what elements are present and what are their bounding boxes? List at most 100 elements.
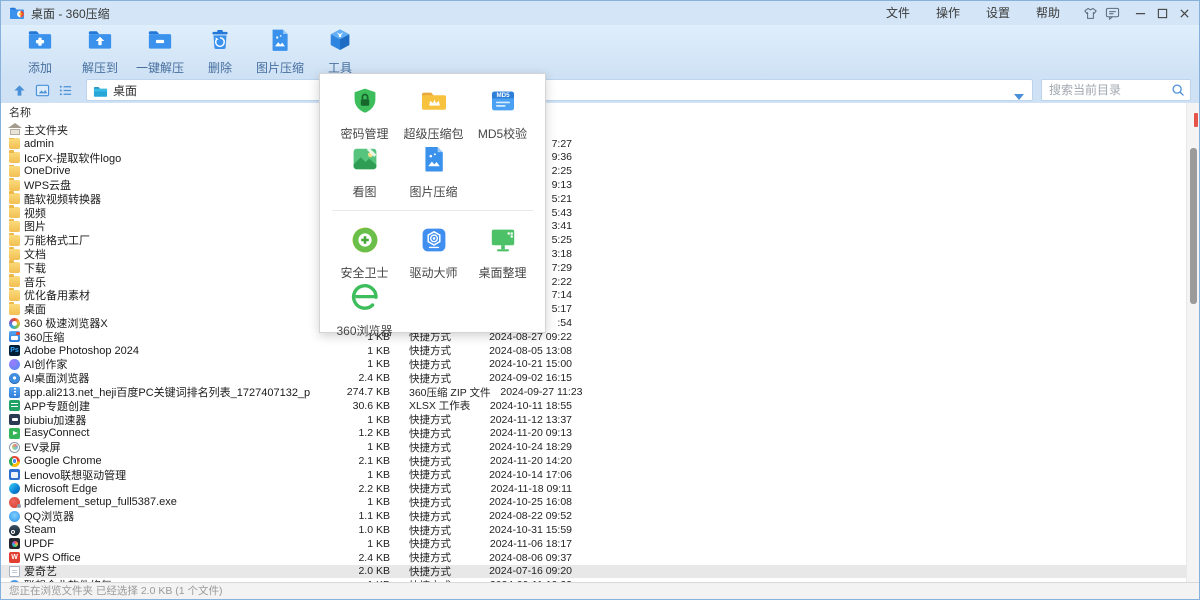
- file-size: 1 KB: [323, 538, 390, 550]
- toolbar-tools-button[interactable]: 工具: [313, 27, 367, 71]
- search-input[interactable]: [1047, 82, 1171, 98]
- tools-item-label: 桌面整理: [478, 264, 526, 281]
- skin-icon[interactable]: [1079, 3, 1101, 23]
- address-path-text: 桌面: [113, 82, 1014, 99]
- toolbar-delete-button[interactable]: 删除: [193, 27, 247, 71]
- file-size: 274.7 KB: [323, 386, 390, 398]
- file-list: 主文件夹admin7:27IcoFX-提取软件logo9:36OneDrive2…: [1, 123, 1186, 582]
- column-header-name[interactable]: 名称: [1, 103, 1199, 123]
- list-view-button[interactable]: [55, 80, 75, 100]
- app-logo-icon: [9, 5, 25, 21]
- menu-help[interactable]: 帮助: [1023, 1, 1073, 25]
- folder-icon: [9, 152, 20, 163]
- toolbar-image-compress-button[interactable]: 图片压缩: [253, 27, 307, 71]
- aic-icon: [9, 359, 20, 370]
- add-icon: [27, 27, 53, 58]
- tools-item-password-manager[interactable]: 密码管理: [330, 86, 399, 144]
- folder-icon: [9, 276, 20, 287]
- tools-item-driver-master[interactable]: 驱动大师: [399, 225, 468, 283]
- image-viewer-icon: [350, 144, 380, 183]
- tools-item-md5-check[interactable]: MD5MD5校验: [468, 86, 537, 144]
- aib-icon: [9, 373, 20, 384]
- up-button[interactable]: [9, 80, 29, 100]
- chrome-icon: [9, 456, 20, 467]
- file-date: 2024-11-20 09:13: [480, 427, 572, 439]
- search-box: [1041, 79, 1191, 101]
- vertical-scrollbar[interactable]: [1186, 103, 1199, 582]
- file-type: 快捷方式: [390, 564, 480, 579]
- tools-item-label: 360浏览器: [336, 322, 392, 339]
- tools-item-image-compress[interactable]: 图片压缩: [399, 144, 468, 202]
- steam-icon: [9, 525, 20, 536]
- maximize-button[interactable]: [1151, 2, 1173, 24]
- minimize-button[interactable]: [1129, 2, 1151, 24]
- file-type: 快捷方式: [390, 550, 480, 565]
- tools-item-image-viewer[interactable]: 看图: [330, 144, 399, 202]
- status-text: 您正在浏览文件夹 已经选择 2.0 KB (1 个文件): [9, 585, 223, 597]
- doc-icon: [9, 566, 20, 577]
- feedback-icon[interactable]: [1101, 3, 1123, 23]
- toolbar-add-label: 添加: [28, 59, 52, 76]
- file-size: 1 KB: [323, 414, 390, 426]
- tools-popup: 密码管理超级压缩包MD5MD5校验看图图片压缩安全卫士驱动大师桌面整理360浏览…: [319, 73, 546, 333]
- file-row[interactable]: QQ浏览器1.1 KB快捷方式2024-08-22 09:52: [1, 509, 1186, 523]
- file-type: 快捷方式: [390, 481, 480, 496]
- file-name-cell: Lenovo联想驱动管理: [1, 467, 323, 483]
- file-type: 快捷方式: [390, 454, 480, 469]
- file-type: 快捷方式: [390, 426, 480, 441]
- file-row[interactable]: EV录屏1 KB快捷方式2024-10-24 18:29: [1, 440, 1186, 454]
- folder-icon: [9, 249, 20, 260]
- file-name: Steam: [24, 524, 56, 536]
- tools-item-browser-360[interactable]: 360浏览器: [330, 283, 399, 341]
- file-name: admin: [24, 138, 54, 150]
- ps-icon: [9, 345, 20, 356]
- menu-operation[interactable]: 操作: [923, 1, 973, 25]
- tools-popup-group-1: 密码管理超级压缩包MD5MD5校验看图图片压缩: [320, 74, 545, 208]
- file-date: 2024-08-06 09:37: [480, 552, 572, 564]
- desktop-organize-icon: [488, 225, 518, 264]
- file-date: 2024-10-21 15:00: [480, 358, 572, 370]
- file-date: 2024-07-16 09:20: [480, 565, 572, 577]
- toolbar-image-compress-label: 图片压缩: [256, 59, 304, 76]
- scrollbar-thumb[interactable]: [1190, 148, 1197, 304]
- file-size: 30.6 KB: [323, 400, 390, 412]
- folder-path-icon: [93, 84, 108, 97]
- file-row[interactable]: UPDF1 KB快捷方式2024-11-06 18:17: [1, 537, 1186, 551]
- tools-item-safe-guard[interactable]: 安全卫士: [330, 225, 399, 283]
- super-archive-icon: [419, 86, 449, 125]
- folder-icon: [9, 304, 20, 315]
- file-date: 2024-10-14 17:06: [480, 469, 572, 481]
- address-dropdown-icon[interactable]: [1014, 87, 1024, 93]
- file-size: 1 KB: [323, 469, 390, 481]
- file-type: 快捷方式: [390, 536, 480, 551]
- delete-icon: [207, 27, 233, 58]
- toolbar-one-click-extract-label: 一键解压: [136, 59, 184, 76]
- zipa-icon: [9, 387, 20, 398]
- file-row[interactable]: Steam1.0 KB快捷方式2024-10-31 15:59: [1, 523, 1186, 537]
- file-type: 快捷方式: [390, 495, 480, 510]
- file-row[interactable]: Microsoft Edge2.2 KB快捷方式2024-11-18 09:11: [1, 482, 1186, 496]
- file-row[interactable]: Lenovo联想驱动管理1 KB快捷方式2024-10-14 17:06: [1, 468, 1186, 482]
- address-path-field[interactable]: 桌面: [86, 79, 1033, 101]
- file-row[interactable]: biubiu加速器1 KB快捷方式2024-11-12 13:37: [1, 413, 1186, 427]
- menu-settings[interactable]: 设置: [973, 1, 1023, 25]
- tools-item-super-archive[interactable]: 超级压缩包: [399, 86, 468, 144]
- file-name-cell: Microsoft Edge: [1, 483, 323, 495]
- tools-item-desktop-organize[interactable]: 桌面整理: [468, 225, 537, 283]
- file-name-cell: admin: [1, 138, 323, 150]
- file-row[interactable]: IcoFX-提取软件logo9:36: [1, 151, 1186, 165]
- folder-icon: [9, 235, 20, 246]
- large-icons-view-button[interactable]: [32, 80, 52, 100]
- close-button[interactable]: [1173, 2, 1195, 24]
- edge-icon: [9, 483, 20, 494]
- file-name-cell: biubiu加速器: [1, 412, 323, 428]
- toolbar-add-button[interactable]: 添加: [13, 27, 67, 71]
- file-row[interactable]: 360压缩1 KB快捷方式2024-08-27 09:22: [1, 330, 1186, 344]
- toolbar-one-click-extract-button[interactable]: 一键解压: [133, 27, 187, 71]
- file-size: 2.4 KB: [323, 552, 390, 564]
- menu-file[interactable]: 文件: [873, 1, 923, 25]
- file-name: pdfelement_setup_full5387.exe: [24, 496, 177, 508]
- toolbar-extract-to-button[interactable]: 解压到: [73, 27, 127, 71]
- file-row[interactable]: 主文件夹: [1, 123, 1186, 137]
- folder-icon: [9, 207, 20, 218]
